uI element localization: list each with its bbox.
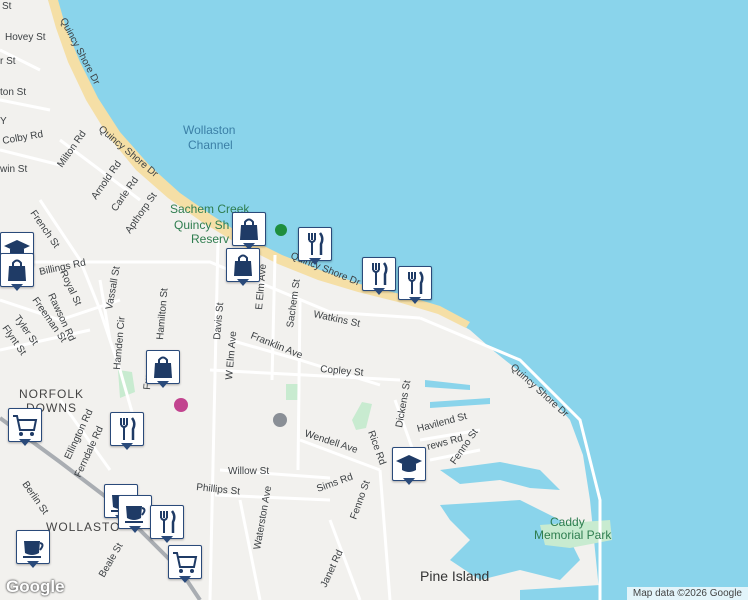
shopping-bag-icon [0, 253, 34, 287]
cafe-pin-3[interactable] [16, 530, 50, 568]
pin-pointer [403, 478, 415, 485]
cafe-pin-2[interactable] [118, 495, 152, 533]
street-ton: ton St [0, 87, 26, 98]
shopping-pin-2[interactable] [226, 248, 260, 286]
pin-pointer [409, 297, 421, 304]
pin-pointer [121, 443, 133, 450]
shopping-pin-4[interactable] [146, 350, 180, 388]
pin-pointer [179, 576, 191, 583]
park-label-memorial-park: Memorial Park [534, 528, 612, 542]
pin-pointer [27, 561, 39, 568]
shopping-pin-1[interactable] [232, 212, 266, 250]
school-poi-icon[interactable] [273, 413, 287, 427]
pin-pointer [373, 288, 385, 295]
street-r-st: r St [0, 56, 16, 67]
restaurant-pin-2[interactable] [362, 257, 396, 295]
museum-poi-icon[interactable] [174, 398, 188, 412]
street-win: win St [0, 164, 27, 175]
shopping-bag-icon [232, 212, 266, 246]
pin-pointer [237, 279, 249, 286]
water-label-wollaston: Wollaston [183, 123, 235, 137]
fork-knife-icon [362, 257, 396, 291]
restaurant-pin-4[interactable] [110, 412, 144, 450]
coffee-cup-icon [16, 530, 50, 564]
fork-knife-icon [298, 227, 332, 261]
shopping-cart-icon [8, 408, 42, 442]
area-label-wollaston: WOLLASTO [46, 520, 120, 534]
area-label-norfolk: NORFOLK [19, 387, 84, 401]
coffee-cup-icon [118, 495, 152, 529]
grocery-pin-1[interactable] [8, 408, 42, 446]
street-hovey: Hovey St [5, 32, 46, 43]
school-pin-2[interactable] [392, 447, 426, 485]
restaurant-pin-3[interactable] [398, 266, 432, 304]
grocery-pin-2[interactable] [168, 545, 202, 583]
pin-pointer [19, 439, 31, 446]
restaurant-pin-5[interactable] [150, 505, 184, 543]
pin-pointer [129, 526, 141, 533]
street-st-top: St [2, 1, 12, 12]
island-label-pine-island: Pine Island [420, 568, 489, 584]
shopping-bag-icon [146, 350, 180, 384]
street-willow: Willow St [228, 466, 269, 477]
shopping-cart-icon [168, 545, 202, 579]
park-label-reservation: Reserv [191, 232, 229, 246]
fork-knife-icon [150, 505, 184, 539]
shopping-bag-icon [226, 248, 260, 282]
pin-pointer [157, 381, 169, 388]
pin-pointer [11, 284, 23, 291]
water-label-channel: Channel [188, 138, 233, 152]
street-y: Y [0, 116, 7, 127]
map-attribution[interactable]: Map data ©2026 Google [626, 587, 748, 600]
shopping-pin-3[interactable] [0, 253, 34, 291]
park-label-quincy-shore: Quincy Sh [174, 218, 229, 232]
fork-knife-icon [110, 412, 144, 446]
graduation-cap-icon [392, 447, 426, 481]
park-poi-icon[interactable] [275, 224, 287, 236]
park-label-caddy: Caddy [550, 515, 585, 529]
pin-pointer [309, 258, 321, 265]
restaurant-pin-1[interactable] [298, 227, 332, 265]
google-logo: Google [6, 577, 65, 596]
pin-pointer [161, 536, 173, 543]
fork-knife-icon [398, 266, 432, 300]
